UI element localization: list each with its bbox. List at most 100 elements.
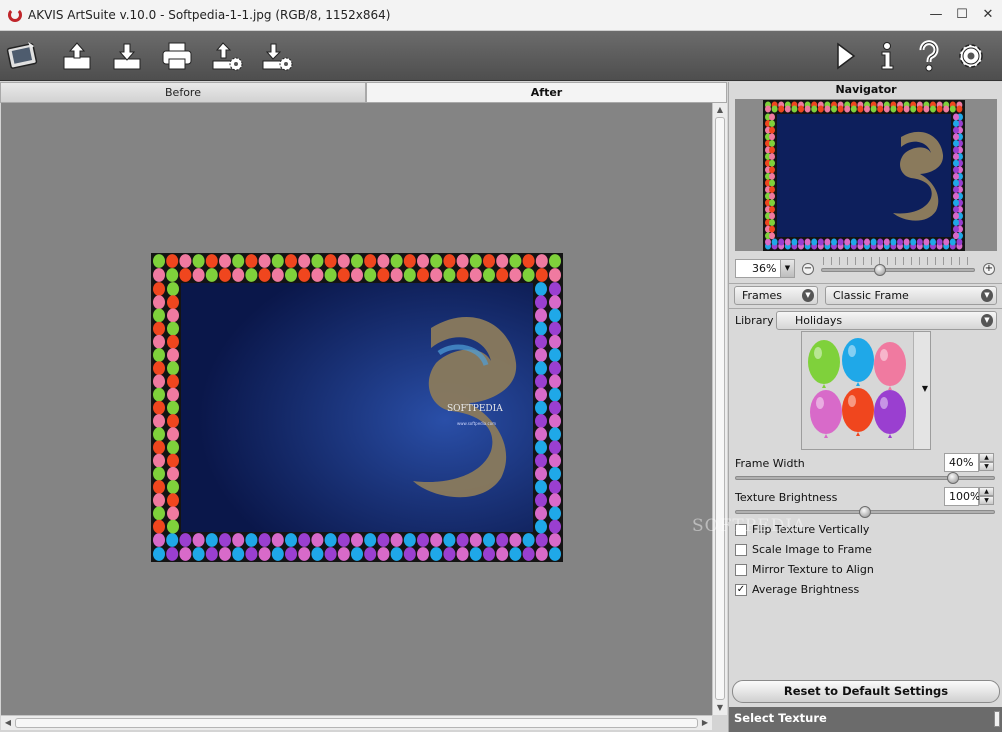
frame-bead (953, 225, 959, 233)
frame-bead (456, 547, 469, 561)
checkbox-label: Mirror Texture to Align (752, 563, 874, 576)
zoom-slider-thumb[interactable] (873, 264, 886, 276)
chevron-down-icon: ▼ (981, 314, 993, 327)
texture-dropdown-arrow-icon[interactable]: ▼ (922, 384, 928, 393)
open-icon[interactable] (58, 37, 96, 75)
help-icon[interactable] (910, 37, 948, 75)
divider (729, 283, 1002, 284)
scroll-right-arrow-icon[interactable]: ▶ (699, 717, 711, 729)
horizontal-scrollbar[interactable]: ◀ ▶ (1, 715, 712, 730)
frame-bead (456, 254, 469, 268)
frame-bead (936, 238, 943, 246)
frame-width-slider-thumb[interactable] (947, 472, 960, 484)
print-icon[interactable] (158, 37, 196, 75)
balloon-knot (824, 434, 828, 438)
run-icon[interactable] (826, 37, 864, 75)
frame-bead (769, 179, 775, 187)
texture-picker[interactable]: ▼ (801, 331, 931, 450)
frame-bead (245, 533, 258, 547)
frame-bead (549, 268, 561, 282)
frame-bead (167, 519, 179, 534)
checkbox[interactable] (735, 543, 747, 556)
vertical-scroll-thumb[interactable] (715, 117, 725, 700)
zoom-combo[interactable]: 36% ▼ (735, 259, 795, 278)
frame-bead (167, 414, 179, 428)
zoom-dropdown-arrow-icon[interactable]: ▼ (780, 260, 794, 277)
frame-bead (153, 387, 165, 402)
spin-up-icon[interactable]: ▲ (979, 453, 994, 462)
library-select[interactable]: Holidays ▼ (776, 311, 997, 330)
frame-bead (167, 506, 179, 521)
tab-after[interactable]: After (366, 82, 727, 103)
frame-bead (456, 268, 469, 282)
frame-width-input[interactable]: 40% ▲ ▼ (944, 453, 994, 472)
frame-bead (897, 105, 903, 113)
frame-bead (258, 547, 271, 561)
frame-bead (153, 254, 165, 268)
checkbox[interactable] (735, 563, 747, 576)
close-button[interactable]: ✕ (980, 6, 996, 22)
spin-down-icon[interactable]: ▼ (979, 496, 994, 505)
texture-preview[interactable] (802, 332, 914, 449)
scroll-down-arrow-icon[interactable]: ▼ (714, 702, 726, 714)
frame-bead (535, 414, 547, 428)
spin-up-icon[interactable]: ▲ (979, 487, 994, 496)
checkbox-average-brightness[interactable]: ✓ Average Brightness (735, 583, 859, 596)
navigator-preview[interactable] (735, 99, 997, 251)
frame-bead (769, 120, 775, 128)
frame-bead (953, 126, 959, 134)
checkbox-scale-image[interactable]: Scale Image to Frame (735, 543, 872, 556)
frame-bead (167, 440, 179, 455)
frame-style-select[interactable]: Classic Frame ▼ (825, 286, 997, 305)
frame-bead (769, 172, 775, 180)
zoom-slider-track[interactable] (821, 268, 975, 272)
frame-bead (549, 466, 561, 481)
spin-down-icon[interactable]: ▼ (979, 462, 994, 471)
frame-bead (522, 547, 535, 561)
frame-bead (192, 254, 205, 268)
zoom-in-button[interactable]: + (983, 263, 995, 275)
library-label: Library (735, 314, 774, 327)
checkbox-mirror-texture[interactable]: Mirror Texture to Align (735, 563, 874, 576)
frame-bead (535, 400, 547, 415)
texture-brightness-slider-thumb[interactable] (859, 506, 871, 518)
maximize-button[interactable]: ☐ (954, 6, 970, 22)
frame-bead (311, 254, 324, 268)
settings-icon[interactable] (952, 37, 990, 75)
image-canvas[interactable]: SOFTPEDIA www.softpedia.com (1, 103, 712, 715)
frame-bead (549, 361, 561, 376)
balloon-highlight (880, 397, 888, 409)
tab-before[interactable]: Before (0, 82, 366, 103)
artsuite-logo-icon[interactable] (4, 37, 42, 75)
horizontal-scroll-thumb[interactable] (15, 718, 698, 728)
frame-bead (953, 219, 959, 227)
effect-type-select[interactable]: Frames ▼ (734, 286, 818, 305)
minimize-button[interactable]: — (928, 6, 944, 22)
frame-bead (390, 533, 403, 547)
frame-bead (153, 268, 165, 282)
frame-bead (153, 533, 165, 547)
frame-bead (549, 453, 561, 468)
frame-bead (535, 440, 547, 455)
scroll-left-arrow-icon[interactable]: ◀ (2, 717, 14, 729)
frame-bead (910, 105, 917, 113)
scroll-up-arrow-icon[interactable]: ▲ (714, 104, 726, 116)
frame-bead (769, 186, 775, 194)
vertical-scrollbar[interactable]: ▲ ▼ (712, 103, 727, 715)
resize-grip-icon[interactable] (994, 711, 1000, 727)
info-icon[interactable] (868, 37, 906, 75)
frame-bead (298, 547, 311, 561)
save-icon[interactable] (108, 37, 146, 75)
checkbox[interactable]: ✓ (735, 583, 747, 596)
texture-brightness-input[interactable]: 100% ▲ ▼ (944, 487, 994, 506)
zoom-out-button[interactable]: − (802, 263, 814, 275)
frame-bead (219, 268, 231, 282)
frame-bead (784, 105, 791, 113)
batch-icon[interactable] (258, 37, 296, 75)
frame-bead (930, 238, 936, 246)
frame-bead (351, 533, 363, 547)
reset-defaults-button[interactable]: Reset to Default Settings (732, 680, 1000, 703)
frame-bead (850, 105, 857, 113)
frame-bead (166, 533, 179, 547)
share-icon[interactable] (208, 37, 246, 75)
